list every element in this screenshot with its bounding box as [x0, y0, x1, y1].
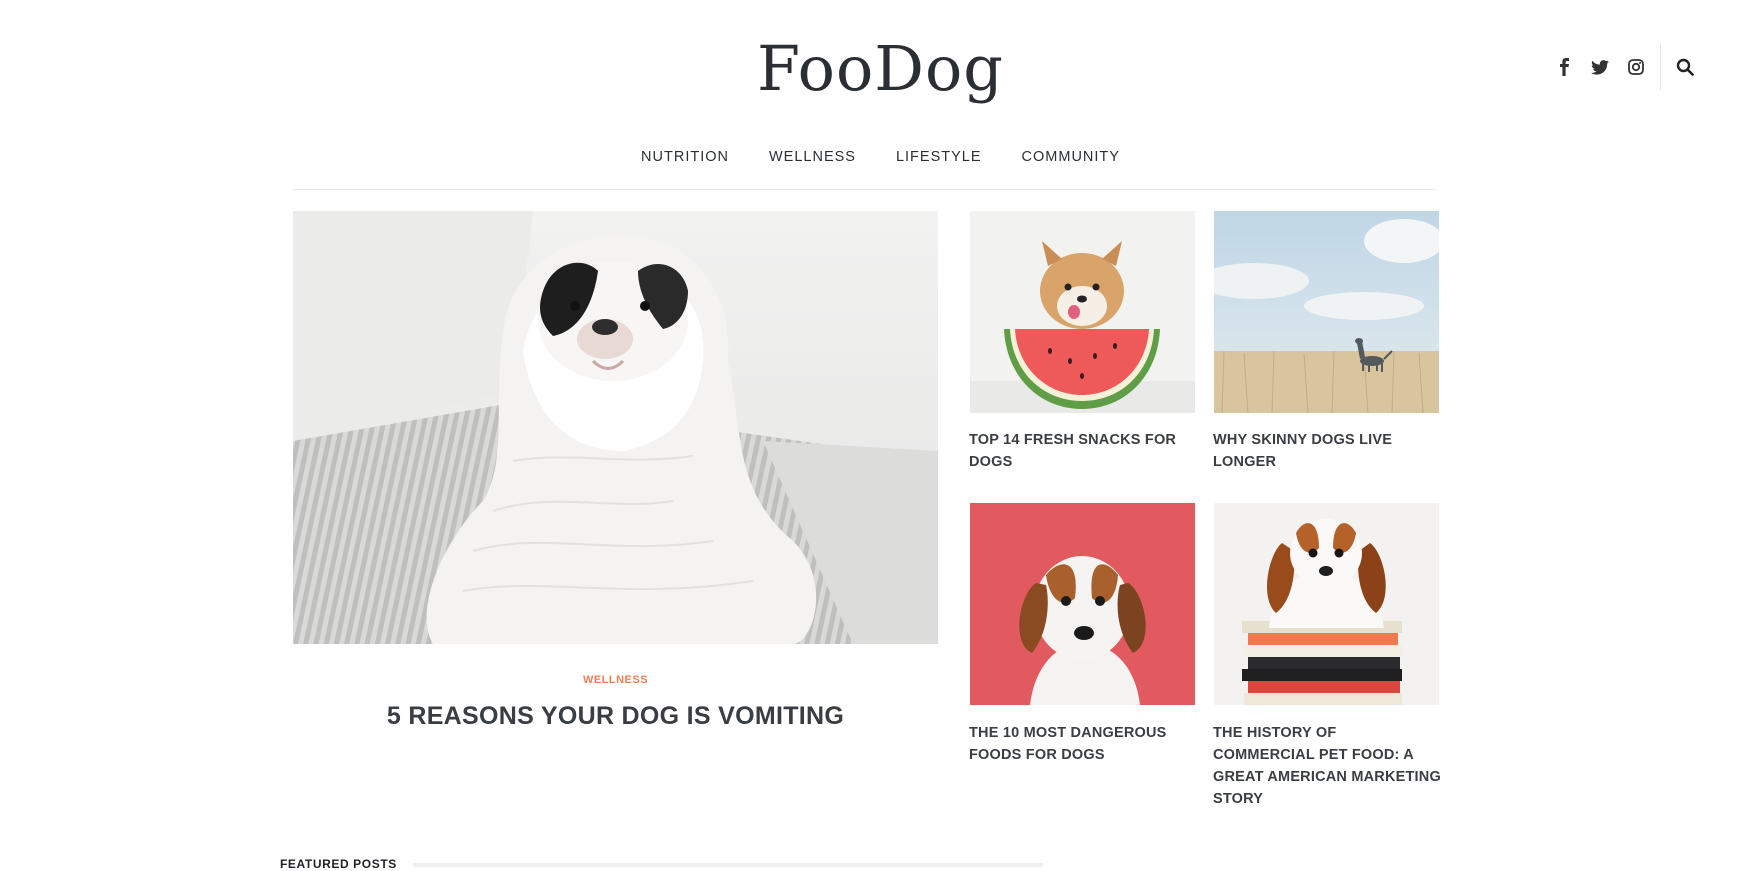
- card-image-dog-in-field[interactable]: [1214, 211, 1439, 413]
- card-title-1[interactable]: TOP 14 FRESH SNACKS FOR DOGS: [969, 429, 1197, 473]
- featured-posts-divider: [413, 863, 1043, 867]
- twitter-icon[interactable]: [1582, 53, 1618, 81]
- card-image-puppy-on-books[interactable]: [1214, 503, 1439, 705]
- nav-item-lifestyle[interactable]: LIFESTYLE: [896, 149, 982, 165]
- card-title-3[interactable]: THE 10 MOST DANGEROUS FOODS FOR DOGS: [969, 722, 1197, 766]
- hero-category[interactable]: WELLNESS: [293, 674, 938, 686]
- nav-item-nutrition[interactable]: NUTRITION: [641, 149, 729, 165]
- card-image-watermelon-dog[interactable]: [970, 211, 1195, 413]
- card-title-4[interactable]: THE HISTORY OF COMMERCIAL PET FOOD: A GR…: [1213, 722, 1441, 810]
- card-image-beagle-red-bg[interactable]: [970, 503, 1195, 705]
- facebook-icon[interactable]: [1546, 53, 1582, 81]
- nav-item-wellness[interactable]: WELLNESS: [769, 149, 856, 165]
- hero-image-dog-in-blanket[interactable]: [293, 211, 938, 644]
- instagram-icon[interactable]: [1618, 53, 1654, 81]
- hero-title[interactable]: 5 REASONS YOUR DOG IS VOMITING: [293, 702, 938, 731]
- nav-item-community[interactable]: COMMUNITY: [1022, 149, 1120, 165]
- site-header: FooDog NUTRITION WELLNESS LIFESTYLE COMM…: [0, 0, 1761, 200]
- social-links: [1546, 44, 1703, 90]
- nav-divider: [293, 189, 1436, 190]
- social-divider: [1660, 44, 1661, 90]
- card-title-2[interactable]: WHY SKINNY DOGS LIVE LONGER: [1213, 429, 1441, 473]
- search-icon[interactable]: [1667, 53, 1703, 81]
- site-logo[interactable]: FooDog: [0, 32, 1761, 105]
- main-nav: NUTRITION WELLNESS LIFESTYLE COMMUNITY: [0, 149, 1761, 165]
